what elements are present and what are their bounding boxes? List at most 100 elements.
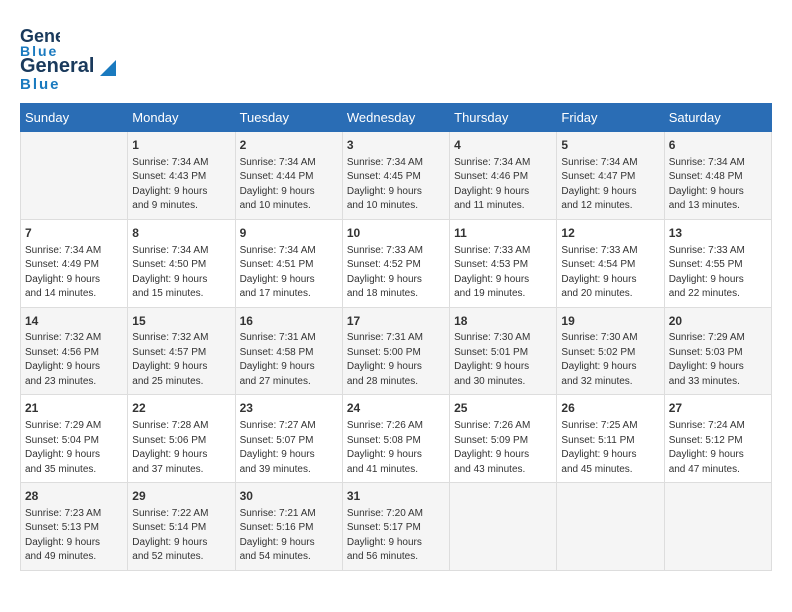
day-info: Sunrise: 7:33 AM Sunset: 4:52 PM Dayligh… xyxy=(347,244,445,302)
day-info: Sunrise: 7:27 AM Sunset: 5:07 PM Dayligh… xyxy=(240,419,338,477)
calendar-cell xyxy=(450,483,557,571)
calendar-cell xyxy=(664,483,771,571)
calendar-cell: 15Sunrise: 7:32 AM Sunset: 4:57 PM Dayli… xyxy=(128,307,235,395)
weekday-header: Monday xyxy=(128,104,235,132)
logo-triangle-icon xyxy=(100,60,116,76)
day-info: Sunrise: 7:21 AM Sunset: 5:16 PM Dayligh… xyxy=(240,507,338,565)
day-info: Sunrise: 7:31 AM Sunset: 5:00 PM Dayligh… xyxy=(347,331,445,389)
day-number: 3 xyxy=(347,137,445,154)
day-number: 24 xyxy=(347,400,445,417)
logo: General Blue General Blue xyxy=(20,20,116,93)
day-number: 2 xyxy=(240,137,338,154)
calendar-cell: 7 Sunrise: 7:34 AM Sunset: 4:49 PM Daylig… xyxy=(21,219,128,307)
day-info: Sunrise: 7:34 AM Sunset: 4:44 PM Dayligh… xyxy=(240,156,338,214)
day-number: 30 xyxy=(240,488,338,505)
day-number: 19 xyxy=(561,313,659,330)
calendar-cell: 16Sunrise: 7:31 AM Sunset: 4:58 PM Dayli… xyxy=(235,307,342,395)
weekday-header-row: SundayMondayTuesdayWednesdayThursdayFrid… xyxy=(21,104,772,132)
day-number: 6 xyxy=(669,137,767,154)
day-info: Sunrise: 7:26 AM Sunset: 5:09 PM Dayligh… xyxy=(454,419,552,477)
day-info: Sunrise: 7:30 AM Sunset: 5:02 PM Dayligh… xyxy=(561,331,659,389)
calendar-cell: 23 Sunrise: 7:27 AM Sunset: 5:07 PM Dayli… xyxy=(235,395,342,483)
calendar-cell: 12 Sunrise: 7:33 AM Sunset: 4:54 PM Dayli… xyxy=(557,219,664,307)
day-info: Sunrise: 7:34 AM Sunset: 4:47 PM Dayligh… xyxy=(561,156,659,214)
calendar-cell: 20Sunrise: 7:29 AM Sunset: 5:03 PM Dayli… xyxy=(664,307,771,395)
day-number: 31 xyxy=(347,488,445,505)
day-number: 22 xyxy=(132,400,230,417)
day-info: Sunrise: 7:34 AM Sunset: 4:51 PM Dayligh… xyxy=(240,244,338,302)
day-number: 25 xyxy=(454,400,552,417)
day-info: Sunrise: 7:25 AM Sunset: 5:11 PM Dayligh… xyxy=(561,419,659,477)
day-number: 29 xyxy=(132,488,230,505)
day-number: 21 xyxy=(25,400,123,417)
weekday-header: Saturday xyxy=(664,104,771,132)
day-number: 27 xyxy=(669,400,767,417)
logo-icon: General Blue xyxy=(20,20,60,60)
day-number: 11 xyxy=(454,225,552,242)
calendar-cell: 5 Sunrise: 7:34 AM Sunset: 4:47 PM Daylig… xyxy=(557,132,664,220)
day-info: Sunrise: 7:30 AM Sunset: 5:01 PM Dayligh… xyxy=(454,331,552,389)
calendar-cell: 31 Sunrise: 7:20 AM Sunset: 5:17 PM Dayli… xyxy=(342,483,449,571)
day-number: 10 xyxy=(347,225,445,242)
day-number: 4 xyxy=(454,137,552,154)
day-number: 16 xyxy=(240,313,338,330)
day-info: Sunrise: 7:24 AM Sunset: 5:12 PM Dayligh… xyxy=(669,419,767,477)
calendar-cell xyxy=(557,483,664,571)
day-number: 12 xyxy=(561,225,659,242)
calendar-cell: 17Sunrise: 7:31 AM Sunset: 5:00 PM Dayli… xyxy=(342,307,449,395)
calendar-cell: 21Sunrise: 7:29 AM Sunset: 5:04 PM Dayli… xyxy=(21,395,128,483)
day-number: 5 xyxy=(561,137,659,154)
day-number: 23 xyxy=(240,400,338,417)
calendar-table: SundayMondayTuesdayWednesdayThursdayFrid… xyxy=(20,103,772,571)
page-header: General Blue General Blue xyxy=(20,20,772,93)
calendar-cell: 13 Sunrise: 7:33 AM Sunset: 4:55 PM Dayli… xyxy=(664,219,771,307)
day-number: 28 xyxy=(25,488,123,505)
calendar-cell: 11 Sunrise: 7:33 AM Sunset: 4:53 PM Dayli… xyxy=(450,219,557,307)
day-info: Sunrise: 7:20 AM Sunset: 5:17 PM Dayligh… xyxy=(347,507,445,565)
day-number: 14 xyxy=(25,313,123,330)
calendar-cell: 14Sunrise: 7:32 AM Sunset: 4:56 PM Dayli… xyxy=(21,307,128,395)
day-info: Sunrise: 7:34 AM Sunset: 4:50 PM Dayligh… xyxy=(132,244,230,302)
weekday-header: Wednesday xyxy=(342,104,449,132)
calendar-cell: 22 Sunrise: 7:28 AM Sunset: 5:06 PM Dayli… xyxy=(128,395,235,483)
calendar-week-row: 21Sunrise: 7:29 AM Sunset: 5:04 PM Dayli… xyxy=(21,395,772,483)
day-number: 20 xyxy=(669,313,767,330)
day-info: Sunrise: 7:32 AM Sunset: 4:56 PM Dayligh… xyxy=(25,331,123,389)
day-info: Sunrise: 7:34 AM Sunset: 4:45 PM Dayligh… xyxy=(347,156,445,214)
day-info: Sunrise: 7:32 AM Sunset: 4:57 PM Dayligh… xyxy=(132,331,230,389)
weekday-header: Sunday xyxy=(21,104,128,132)
calendar-week-row: 7 Sunrise: 7:34 AM Sunset: 4:49 PM Daylig… xyxy=(21,219,772,307)
day-info: Sunrise: 7:34 AM Sunset: 4:43 PM Dayligh… xyxy=(132,156,230,214)
calendar-cell: 29Sunrise: 7:22 AM Sunset: 5:14 PM Dayli… xyxy=(128,483,235,571)
day-info: Sunrise: 7:28 AM Sunset: 5:06 PM Dayligh… xyxy=(132,419,230,477)
calendar-cell: 26 Sunrise: 7:25 AM Sunset: 5:11 PM Dayli… xyxy=(557,395,664,483)
day-number: 7 xyxy=(25,225,123,242)
weekday-header: Friday xyxy=(557,104,664,132)
day-info: Sunrise: 7:34 AM Sunset: 4:46 PM Dayligh… xyxy=(454,156,552,214)
logo-general: General xyxy=(20,55,94,77)
calendar-cell: 3 Sunrise: 7:34 AM Sunset: 4:45 PM Daylig… xyxy=(342,132,449,220)
day-number: 26 xyxy=(561,400,659,417)
calendar-cell: 8 Sunrise: 7:34 AM Sunset: 4:50 PM Daylig… xyxy=(128,219,235,307)
day-info: Sunrise: 7:33 AM Sunset: 4:54 PM Dayligh… xyxy=(561,244,659,302)
calendar-cell: 1 Sunrise: 7:34 AM Sunset: 4:43 PM Daylig… xyxy=(128,132,235,220)
day-info: Sunrise: 7:26 AM Sunset: 5:08 PM Dayligh… xyxy=(347,419,445,477)
weekday-header: Tuesday xyxy=(235,104,342,132)
day-number: 13 xyxy=(669,225,767,242)
day-number: 1 xyxy=(132,137,230,154)
day-info: Sunrise: 7:29 AM Sunset: 5:03 PM Dayligh… xyxy=(669,331,767,389)
day-info: Sunrise: 7:33 AM Sunset: 4:55 PM Dayligh… xyxy=(669,244,767,302)
day-info: Sunrise: 7:31 AM Sunset: 4:58 PM Dayligh… xyxy=(240,331,338,389)
day-number: 17 xyxy=(347,313,445,330)
day-info: Sunrise: 7:33 AM Sunset: 4:53 PM Dayligh… xyxy=(454,244,552,302)
calendar-cell: 10 Sunrise: 7:33 AM Sunset: 4:52 PM Dayli… xyxy=(342,219,449,307)
calendar-cell: 9Sunrise: 7:34 AM Sunset: 4:51 PM Daylig… xyxy=(235,219,342,307)
calendar-cell: 24 Sunrise: 7:26 AM Sunset: 5:08 PM Dayli… xyxy=(342,395,449,483)
day-number: 8 xyxy=(132,225,230,242)
calendar-week-row: 14Sunrise: 7:32 AM Sunset: 4:56 PM Dayli… xyxy=(21,307,772,395)
calendar-cell: 28Sunrise: 7:23 AM Sunset: 5:13 PM Dayli… xyxy=(21,483,128,571)
calendar-cell: 25 Sunrise: 7:26 AM Sunset: 5:09 PM Dayli… xyxy=(450,395,557,483)
calendar-cell xyxy=(21,132,128,220)
day-number: 15 xyxy=(132,313,230,330)
day-info: Sunrise: 7:34 AM Sunset: 4:49 PM Dayligh… xyxy=(25,244,123,302)
